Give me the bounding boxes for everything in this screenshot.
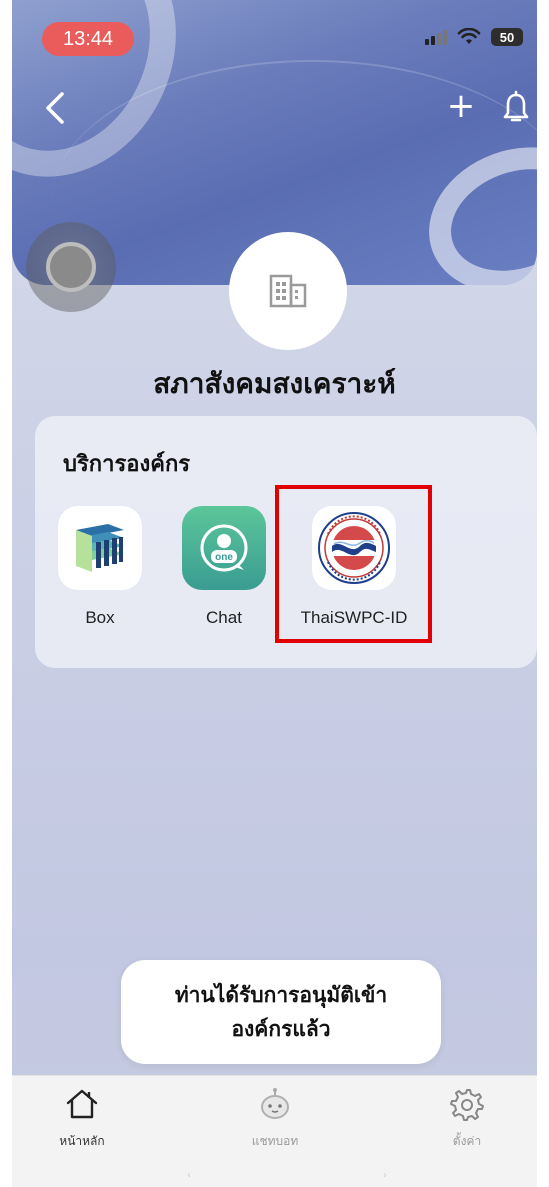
bell-icon[interactable] [501,90,531,126]
home-indicator: ‹ › [187,1170,387,1181]
wifi-icon [457,28,481,44]
status-icons: 50 [425,28,523,46]
app-chat[interactable]: one Chat [159,506,289,628]
app-screen: 13:44 50 + สภาสังคมสงเคราะห์ บริการองค์ก… [12,0,537,1187]
chatbot-icon [261,1088,289,1119]
organization-name: สภาสังคมสงเคราะห์ [153,367,396,400]
highlight-box [275,485,432,643]
tab-label: ตั้งค่า [452,1134,482,1148]
tab-label: หน้าหลัก [59,1134,105,1148]
tab-settings[interactable]: ตั้งค่า [412,1086,522,1151]
back-arrow-icon[interactable] [38,88,72,128]
chat-app-icon: one [182,506,266,590]
toast-line-1: ท่านได้รับการอนุมัติเข้า [174,983,388,1007]
home-icon [66,1089,98,1119]
services-title: บริการองค์กร [63,452,191,477]
app-box[interactable]: Box [35,506,165,628]
app-label: Chat [206,608,242,627]
toast-line-2: องค์กรแล้ว [231,1017,331,1041]
approval-toast: ท่านได้รับการอนุมัติเข้า องค์กรแล้ว [121,960,441,1064]
building-icon [269,274,307,308]
battery-icon: 50 [491,28,523,46]
box-app-icon [58,506,142,590]
status-time: 13:44 [42,22,134,56]
tab-home[interactable]: หน้าหลัก [27,1086,137,1151]
home-indicator-right: › [383,1170,387,1181]
organization-avatar [229,232,347,350]
tab-label: แชทบอท [251,1134,299,1148]
app-label: Box [85,608,115,627]
home-indicator-left: ‹ [187,1170,191,1181]
floating-assistive-button[interactable] [26,222,116,312]
gear-icon [450,1089,484,1121]
signal-icon [425,29,447,45]
floating-button-knob [46,242,96,292]
add-button[interactable]: + [443,86,479,126]
tab-chatbot[interactable]: แชทบอท [220,1086,330,1151]
chat-badge-text: one [215,552,233,563]
